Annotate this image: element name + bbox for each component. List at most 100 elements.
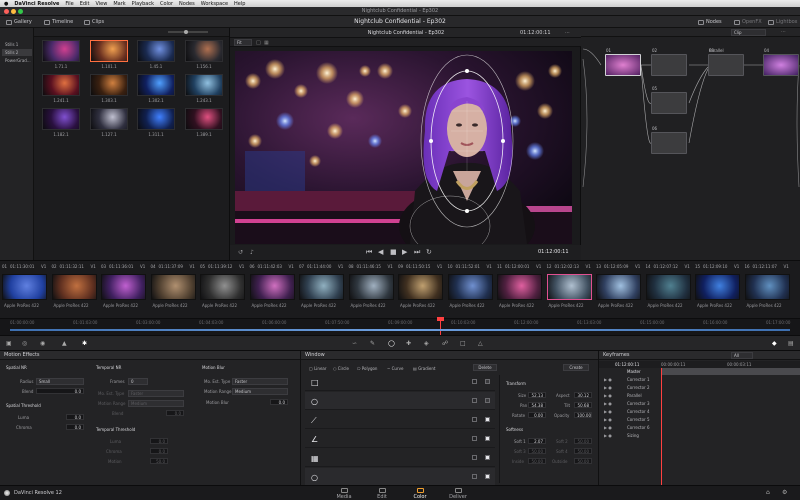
linear-window-button[interactable]: ▢ Linear: [309, 366, 327, 371]
luma-field[interactable]: 0.0: [66, 414, 84, 420]
3d-icon[interactable]: △: [478, 340, 483, 347]
clip-thumbnail[interactable]: [596, 274, 641, 300]
rgb-mixer-icon[interactable]: ▲: [62, 340, 67, 347]
zoom-window-icon[interactable]: [18, 9, 23, 14]
keyframe-track-label[interactable]: Corrector 2: [613, 384, 673, 391]
gallery-still-thumbnail[interactable]: [185, 74, 223, 96]
app-menu[interactable]: DaVinci Resolve: [14, 1, 59, 7]
soft4-field[interactable]: 50.00: [574, 448, 592, 454]
gallery-still-thumbnail[interactable]: [137, 108, 175, 130]
mb-blur-field[interactable]: 0.0: [270, 399, 288, 405]
page-media[interactable]: Media: [324, 488, 364, 500]
sizing-icon[interactable]: □: [460, 340, 466, 347]
node-corrector[interactable]: [708, 54, 744, 76]
window-invert-icon[interactable]: [472, 379, 477, 384]
camera-raw-icon[interactable]: ▣: [6, 340, 12, 347]
window-invert-icon[interactable]: [472, 436, 477, 441]
gallery-still-thumbnail[interactable]: [90, 108, 128, 130]
gallery-still-thumbnail[interactable]: [42, 40, 80, 62]
window-list-row[interactable]: [305, 430, 495, 448]
motion-field[interactable]: 50.0: [150, 458, 168, 464]
window-list-row[interactable]: [305, 373, 495, 391]
window-enable-icon[interactable]: [485, 379, 490, 384]
menu-workspace[interactable]: Workspace: [201, 1, 228, 7]
curves-icon[interactable]: ∽: [352, 340, 357, 347]
keyframe-track-label[interactable]: Corrector 6: [613, 424, 673, 431]
window-list-row[interactable]: [305, 411, 495, 429]
color-match-icon[interactable]: ◎: [22, 340, 27, 347]
keyframe-track-label[interactable]: Parallel: [613, 392, 673, 399]
gallery-zoom-slider[interactable]: [168, 31, 208, 33]
qualifier-icon[interactable]: ✎: [370, 340, 375, 347]
viewer-loop-icon[interactable]: ↺: [238, 249, 243, 256]
window-shape-icon[interactable]: □: [311, 378, 319, 387]
gallery-still-thumbnail[interactable]: [137, 40, 175, 62]
soft3-field[interactable]: 50.00: [528, 448, 546, 454]
keyframe-expand-icon[interactable]: ▶ ●: [604, 377, 612, 382]
clip-thumbnail[interactable]: [695, 274, 740, 300]
keyframe-expand-icon[interactable]: ▶ ●: [604, 401, 612, 406]
blend2-field[interactable]: 0.0: [166, 410, 184, 416]
polygon-window-button[interactable]: ⬠ Polygon: [357, 366, 377, 371]
keyframe-track-label[interactable]: Corrector 4: [613, 408, 673, 415]
clip-thumbnail[interactable]: [200, 274, 245, 300]
window-invert-icon[interactable]: [472, 417, 477, 422]
page-deliver[interactable]: Deliver: [438, 488, 478, 500]
keyframe-track-label[interactable]: Sizing: [613, 432, 673, 439]
motion-effects-icon[interactable]: ✱: [82, 340, 87, 347]
settings-gear-icon[interactable]: ⚙: [782, 489, 787, 496]
node-corrector[interactable]: [651, 54, 687, 76]
stills-album-2[interactable]: Stills 2: [2, 49, 32, 56]
window-invert-icon[interactable]: [472, 455, 477, 460]
viewer-wipe-icon[interactable]: □: [256, 40, 261, 46]
playhead[interactable]: [440, 319, 441, 336]
page-color[interactable]: Color: [400, 488, 440, 500]
keyframes-filter-select[interactable]: All: [731, 352, 753, 359]
window-shape-icon[interactable]: ▦: [311, 454, 319, 463]
clip-thumbnail[interactable]: [51, 274, 97, 300]
menu-file[interactable]: File: [65, 1, 73, 7]
gallery-still-thumbnail[interactable]: [90, 40, 128, 62]
clip-thumbnail[interactable]: [101, 274, 146, 300]
gallery-still-thumbnail[interactable]: [185, 108, 223, 130]
window-shape-icon[interactable]: ○: [311, 397, 318, 406]
gallery-still-thumbnail[interactable]: [137, 74, 175, 96]
mb-range-select[interactable]: Medium: [232, 388, 288, 395]
close-window-icon[interactable]: [4, 9, 9, 14]
home-icon[interactable]: ⌂: [766, 489, 770, 496]
t-chroma-field[interactable]: 0.0: [150, 448, 168, 454]
powergrade-album[interactable]: PowerGrad...: [2, 57, 32, 64]
node-corrector[interactable]: [651, 132, 687, 154]
tilt-field[interactable]: 50.68: [574, 402, 592, 408]
go-to-start-icon[interactable]: ⏮: [366, 248, 372, 257]
play-icon[interactable]: ▶: [402, 248, 407, 256]
delete-button[interactable]: Delete: [473, 364, 497, 371]
clip-thumbnail[interactable]: [150, 274, 196, 300]
keyframe-track-label[interactable]: Corrector 5: [613, 416, 673, 423]
node-corrector[interactable]: [605, 54, 641, 76]
menu-help[interactable]: Help: [234, 1, 245, 7]
chroma-field[interactable]: 0.0: [66, 424, 84, 430]
clip-thumbnail[interactable]: [348, 274, 394, 300]
window-enable-icon[interactable]: [485, 417, 490, 422]
window-shape-icon[interactable]: ⟋: [311, 416, 317, 426]
stop-icon[interactable]: ■: [390, 248, 397, 256]
menu-edit[interactable]: Edit: [80, 1, 90, 7]
keyframe-expand-icon[interactable]: ▶ ●: [604, 409, 612, 414]
clip-thumbnail[interactable]: [299, 274, 344, 300]
scopes-icon[interactable]: ▤: [788, 340, 794, 347]
window-icon[interactable]: ◯: [388, 340, 395, 347]
rotate-field[interactable]: 0.00: [528, 412, 546, 418]
nodes-button[interactable]: Nodes: [698, 18, 722, 26]
motion-range-select[interactable]: Medium: [128, 400, 184, 407]
node-corrector[interactable]: [763, 54, 799, 76]
minimize-window-icon[interactable]: [11, 9, 16, 14]
mo-est-type-select[interactable]: Faster: [128, 390, 184, 397]
lightbox-button[interactable]: Lightbox: [768, 18, 798, 26]
window-invert-icon[interactable]: [472, 398, 477, 403]
clip-thumbnail[interactable]: [744, 274, 790, 300]
window-enable-icon[interactable]: [485, 436, 490, 441]
keyframe-track-label[interactable]: Corrector 1: [613, 376, 673, 383]
node-corrector[interactable]: [651, 92, 687, 114]
circle-window-button[interactable]: ○ Circle: [333, 366, 349, 371]
